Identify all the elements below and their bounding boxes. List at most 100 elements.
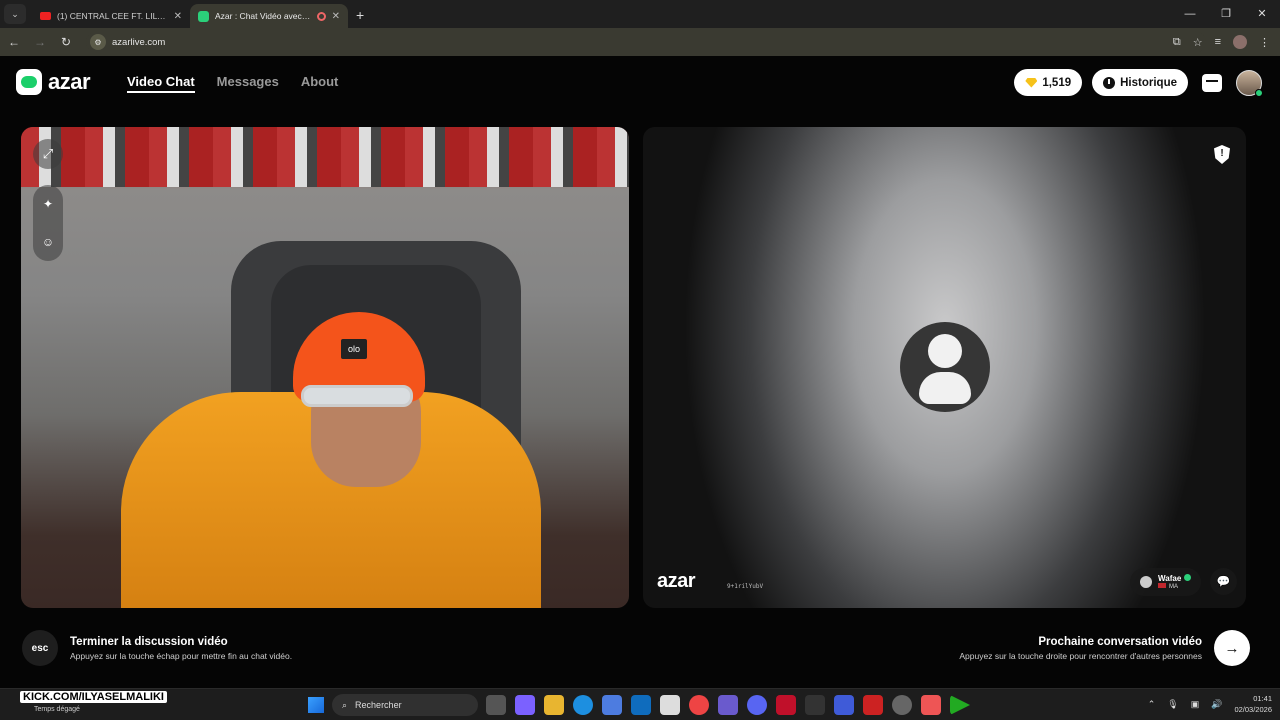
partner-avatar (1140, 576, 1152, 588)
obs-icon[interactable] (805, 695, 825, 715)
user-placeholder-icon (900, 322, 990, 412)
recording-icon (316, 11, 326, 21)
end-chat-hint: Appuyez sur la touche échap pour mettre … (70, 650, 293, 661)
windows-taskbar: KICK.COM/ILYASELMALIKI Temps dégagé ⌕ Re… (0, 688, 1280, 720)
tab-title: (1) CENTRAL CEE FT. LIL BABY - (57, 11, 168, 21)
inbox-icon[interactable] (1202, 73, 1222, 92)
history-button[interactable]: Historique (1092, 69, 1188, 96)
stream-overlay: KICK.COM/ILYASELMALIKI (20, 691, 167, 703)
end-chat-control: esc Terminer la discussion vidéo Appuyez… (22, 630, 292, 666)
system-tray: ⌃ 🎙 ▣ 🔊 01:41 02/03/2026 (1148, 693, 1272, 715)
file-explorer-icon[interactable] (544, 695, 564, 715)
proton-vpn-icon[interactable] (834, 695, 854, 715)
weather-widget[interactable]: Temps dégagé (34, 706, 80, 713)
tab-groups-icon[interactable]: ≡ (1215, 36, 1221, 48)
face-filter-icon[interactable]: ☺ (42, 235, 54, 249)
history-label: Historique (1120, 76, 1177, 89)
adobe-icon[interactable] (776, 695, 796, 715)
forward-button[interactable]: → (28, 35, 52, 49)
partner-name: Wafae (1158, 574, 1182, 583)
tab-search-button[interactable]: ⌄ (4, 4, 26, 24)
video-effects-toolbar: ✦ ☺ (33, 185, 63, 261)
youtube-icon (40, 12, 51, 20)
clock[interactable]: 01:41 02/03/2026 (1234, 693, 1272, 715)
brand-name: azar (48, 69, 91, 94)
morocco-flag-icon (1158, 583, 1166, 588)
network-icon[interactable]: ▣ (1191, 699, 1200, 710)
background-shelf (21, 127, 629, 187)
next-chat-hint: Appuyez sur la touche droite pour rencon… (959, 650, 1202, 661)
address-bar[interactable]: ⚙ azarlive.com (86, 31, 1206, 53)
azar-logo-icon (16, 69, 42, 95)
close-window-button[interactable]: ✕ (1244, 0, 1280, 28)
edge-icon[interactable] (573, 695, 593, 715)
browser-toolbar: ← → ↻ ⚙ azarlive.com ⧉ ☆ ≡ ⋮ (0, 28, 1280, 56)
site-info-icon[interactable]: ⚙ (90, 34, 106, 50)
search-icon: ⌕ (342, 699, 348, 710)
chevron-up-icon[interactable]: ⌃ (1148, 699, 1156, 710)
new-tab-button[interactable]: + (356, 7, 364, 23)
date: 02/03/2026 (1234, 705, 1272, 714)
minimize-button[interactable]: — (1172, 0, 1208, 28)
stream-deck-icon[interactable] (863, 695, 883, 715)
avatar[interactable] (1236, 69, 1263, 97)
sunglasses (301, 385, 413, 407)
gem-icon (1025, 77, 1038, 88)
magic-wand-icon[interactable]: ✦ (43, 197, 53, 211)
nav-video-chat[interactable]: Video Chat (127, 74, 195, 93)
video-chat-area: olo ⤢ ✦ ☺ ! azar 9+1rilYubV Wafae MA 💬 e… (0, 108, 1280, 688)
esc-button[interactable]: esc (22, 630, 58, 666)
partner-country: MA (1169, 584, 1178, 590)
toolbar-actions: ⧉ ☆ ≡ ⋮ (1173, 28, 1280, 56)
profile-icon[interactable] (1233, 35, 1247, 49)
chrome-icon[interactable] (689, 695, 709, 715)
close-icon[interactable]: ✕ (332, 11, 340, 22)
azar-logo[interactable]: azar (16, 69, 91, 95)
clock-icon (1103, 76, 1116, 89)
windows-start-icon[interactable] (308, 697, 324, 713)
gems-button[interactable]: 1,519 (1014, 69, 1083, 96)
browser-tab-azar[interactable]: Azar : Chat Vidéo avec de n ✕ (190, 4, 348, 28)
browser-tab-youtube[interactable]: (1) CENTRAL CEE FT. LIL BABY - ✕ (32, 4, 190, 28)
nav-about[interactable]: About (301, 74, 339, 93)
chat-bubble-icon[interactable]: 💬 (1210, 568, 1237, 595)
install-app-icon[interactable]: ⧉ (1173, 36, 1181, 49)
outlook-icon[interactable] (631, 695, 651, 715)
partner-info-badge[interactable]: Wafae MA (1130, 568, 1202, 596)
photos-icon[interactable] (660, 695, 680, 715)
next-chat-control: Prochaine conversation vidéo Appuyez sur… (959, 630, 1250, 666)
close-icon[interactable]: ✕ (174, 11, 182, 22)
volume-icon[interactable]: 🔊 (1211, 699, 1222, 710)
davinci-icon[interactable] (892, 695, 912, 715)
report-shield-icon[interactable]: ! (1214, 145, 1230, 164)
menu-icon[interactable]: ⋮ (1259, 36, 1270, 49)
online-status-icon (1255, 88, 1263, 97)
discord-icon[interactable] (747, 695, 767, 715)
taskbar-search[interactable]: ⌕ Rechercher (332, 694, 478, 716)
verified-icon (1184, 574, 1192, 581)
local-video: olo ⤢ ✦ ☺ (21, 127, 629, 608)
reload-button[interactable]: ↻ (54, 35, 78, 49)
search-placeholder: Rechercher (355, 700, 402, 710)
maximize-button[interactable]: ❐ (1208, 0, 1244, 28)
remote-video: ! azar 9+1rilYubV Wafae MA 💬 (643, 127, 1246, 608)
fullscreen-toggle-icon[interactable]: ⤢ (33, 139, 63, 169)
next-arrow-button[interactable]: → (1214, 630, 1250, 666)
app-icon[interactable] (921, 695, 941, 715)
browser-tab-bar: ⌄ (1) CENTRAL CEE FT. LIL BABY - ✕ Azar … (0, 0, 1280, 28)
task-view-icon[interactable] (486, 695, 506, 715)
microphone-icon[interactable]: 🎙 (1167, 699, 1178, 710)
azar-icon (198, 10, 209, 22)
play-icon[interactable] (950, 695, 970, 715)
main-nav: Video Chat Messages About (127, 74, 338, 93)
tab-title: Azar : Chat Vidéo avec de n (215, 11, 311, 21)
store-icon[interactable] (602, 695, 622, 715)
back-button[interactable]: ← (2, 35, 26, 49)
nav-messages[interactable]: Messages (217, 74, 279, 93)
bookmark-star-icon[interactable]: ☆ (1193, 36, 1203, 49)
game-bar-icon[interactable] (718, 695, 738, 715)
time: 01:41 (1253, 694, 1272, 703)
window-controls: — ❐ ✕ (1172, 0, 1280, 28)
copilot-icon[interactable] (515, 695, 535, 715)
header-actions: 1,519 Historique (1014, 69, 1263, 97)
